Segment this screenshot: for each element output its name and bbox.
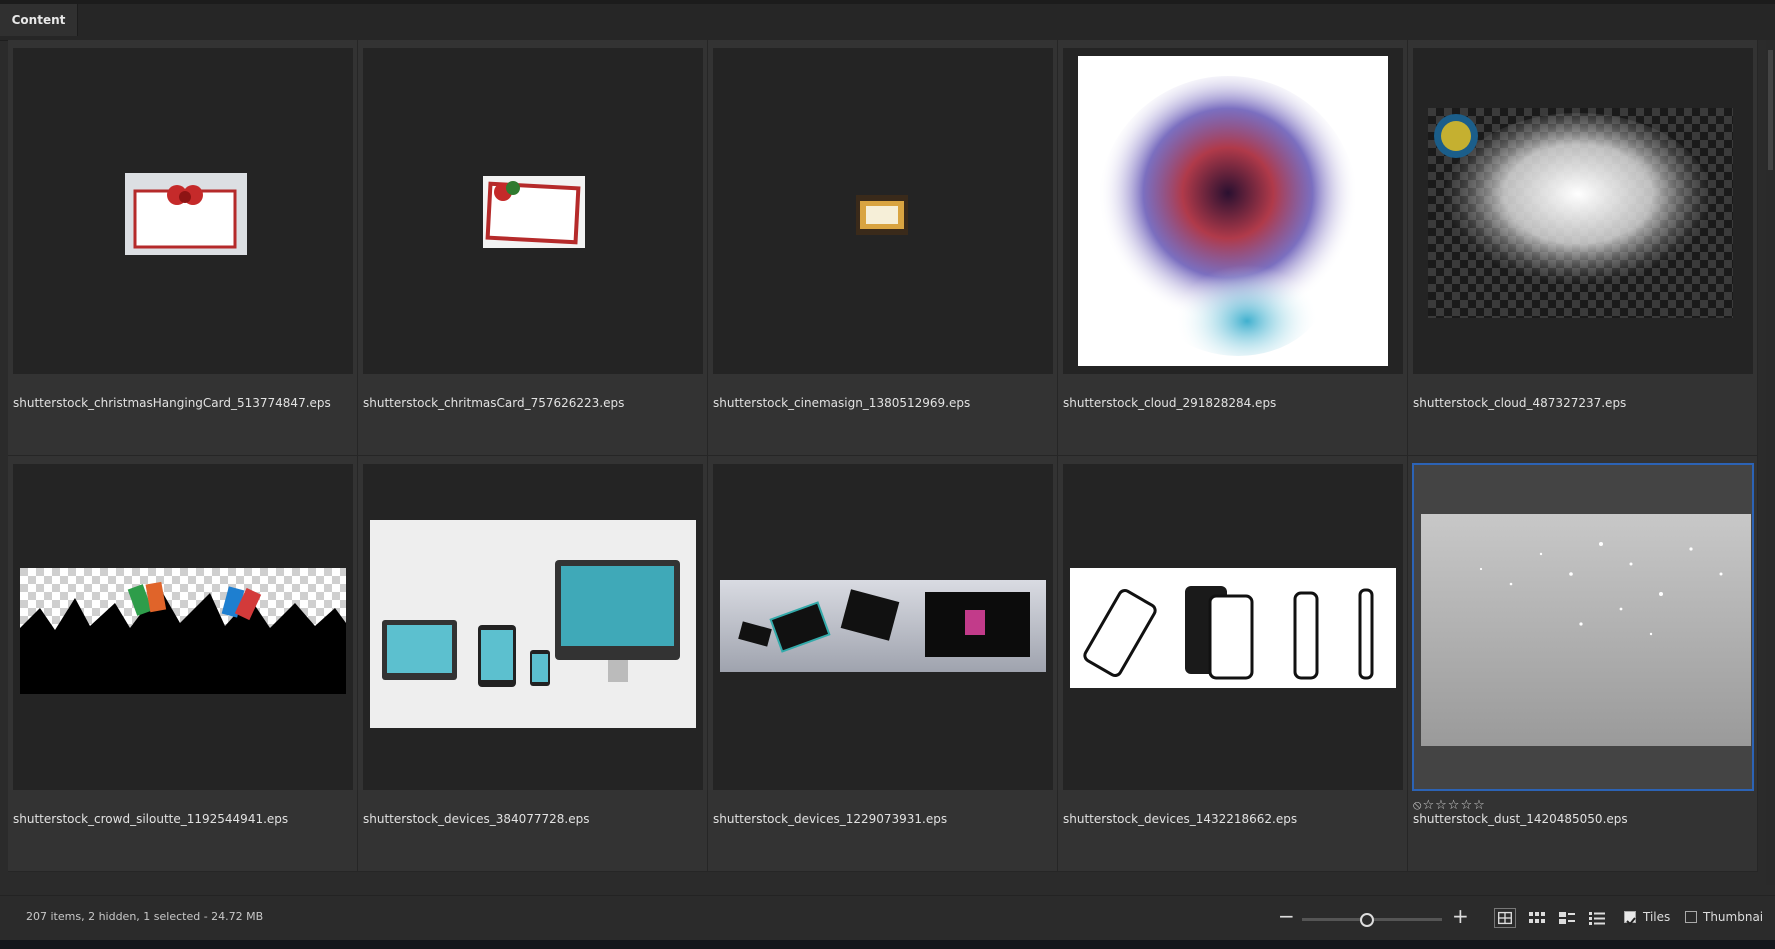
asset-name: shutterstock_cloud_487327237.eps xyxy=(1413,396,1627,410)
tiles-label: Tiles xyxy=(1643,910,1671,924)
taskbar-strip xyxy=(0,940,1775,949)
asset-tile[interactable]: shutterstock_cloud_487327237.eps xyxy=(1408,40,1758,456)
devices-set-thumbnail xyxy=(720,580,1046,672)
phones-thumbnail xyxy=(1070,568,1396,688)
asset-name: shutterstock_devices_1229073931.eps xyxy=(713,812,948,826)
asset-tile[interactable]: shutterstock_christmasHangingCard_513774… xyxy=(8,40,358,456)
asset-tile[interactable]: shutterstock_crowd_siloutte_1192544941.e… xyxy=(8,456,358,872)
thumbnail-frame xyxy=(363,464,703,790)
thumbnail-frame xyxy=(1063,48,1403,374)
asset-name: shutterstock_devices_1432218662.eps xyxy=(1063,812,1298,826)
asset-name: shutterstock_crowd_siloutte_1192544941.e… xyxy=(13,812,289,826)
asset-tile[interactable]: shutterstock_devices_384077728.eps xyxy=(358,456,708,872)
responsive-devices-thumbnail xyxy=(370,520,696,728)
checkmark-icon xyxy=(1626,917,1636,926)
detail-view-icon[interactable] xyxy=(1556,908,1578,928)
vertical-scrollbar[interactable] xyxy=(1766,40,1775,885)
asset-tile[interactable]: shutterstock_devices_1432218662.eps xyxy=(1058,456,1408,872)
tab-content[interactable]: Content xyxy=(0,4,78,36)
thumbnail-frame xyxy=(1063,464,1403,790)
small-grid-view-icon[interactable] xyxy=(1526,908,1548,928)
asset-tile[interactable]: shutterstock_cloud_291828284.eps xyxy=(1058,40,1408,456)
status-bar: 207 items, 2 hidden, 1 selected - 24.72 … xyxy=(0,895,1775,940)
asset-name: shutterstock_cloud_291828284.eps xyxy=(1063,396,1277,410)
white-cloud-thumbnail xyxy=(1428,108,1733,318)
asset-tile[interactable]: shutterstock_chritmasCard_757626223.eps xyxy=(358,40,708,456)
thumbnail-frame xyxy=(713,464,1053,790)
tiles-checkbox[interactable] xyxy=(1624,911,1636,926)
content-grid: shutterstock_christmasHangingCard_513774… xyxy=(8,40,1766,885)
thumbnails-checkbox[interactable] xyxy=(1685,911,1697,923)
zoom-out-button[interactable]: − xyxy=(1278,904,1295,928)
thumbnail-size-slider[interactable] xyxy=(1302,913,1442,927)
thumbnail-frame xyxy=(13,48,353,374)
thumbnail-frame xyxy=(1412,463,1754,791)
top-edge xyxy=(0,0,1775,4)
asset-name: shutterstock_chritmasCard_757626223.eps xyxy=(363,396,625,410)
thumbnail-frame xyxy=(1413,48,1753,374)
thumbnail-frame xyxy=(363,48,703,374)
asset-name: shutterstock_christmasHangingCard_513774… xyxy=(13,396,331,410)
rating-stars[interactable]: ⦸☆☆☆☆☆ xyxy=(1413,798,1486,813)
asset-name: shutterstock_devices_384077728.eps xyxy=(363,812,590,826)
asset-tile[interactable]: shutterstock_devices_1229073931.eps xyxy=(708,456,1058,872)
grid-view-icon[interactable] xyxy=(1494,908,1516,928)
asset-name: shutterstock_dust_1420485050.eps xyxy=(1413,812,1628,826)
thumbnails-label: Thumbnai xyxy=(1703,910,1764,924)
christmas-card-thumbnail xyxy=(483,176,585,248)
crowd-silhouette-thumbnail xyxy=(20,568,346,694)
cinema-sign-thumbnail xyxy=(856,195,908,235)
status-summary: 207 items, 2 hidden, 1 selected - 24.72 … xyxy=(26,910,264,923)
asset-tile[interactable]: shutterstock_cinemasign_1380512969.eps xyxy=(708,40,1058,456)
scrollbar-thumb[interactable] xyxy=(1768,50,1773,170)
christmas-hanging-card-thumbnail xyxy=(125,173,247,255)
asset-tile-selected[interactable]: ⦸☆☆☆☆☆ shutterstock_dust_1420485050.eps xyxy=(1408,456,1758,872)
slider-knob[interactable] xyxy=(1360,913,1374,927)
dust-thumbnail xyxy=(1421,514,1751,746)
panel-header: Content xyxy=(0,0,1775,41)
colored-cloud-thumbnail xyxy=(1078,56,1388,366)
thumbnail-frame xyxy=(713,48,1053,374)
asset-name: shutterstock_cinemasign_1380512969.eps xyxy=(713,396,971,410)
thumbnail-frame xyxy=(13,464,353,790)
zoom-in-button[interactable]: + xyxy=(1452,904,1469,928)
list-view-icon[interactable] xyxy=(1586,908,1608,928)
